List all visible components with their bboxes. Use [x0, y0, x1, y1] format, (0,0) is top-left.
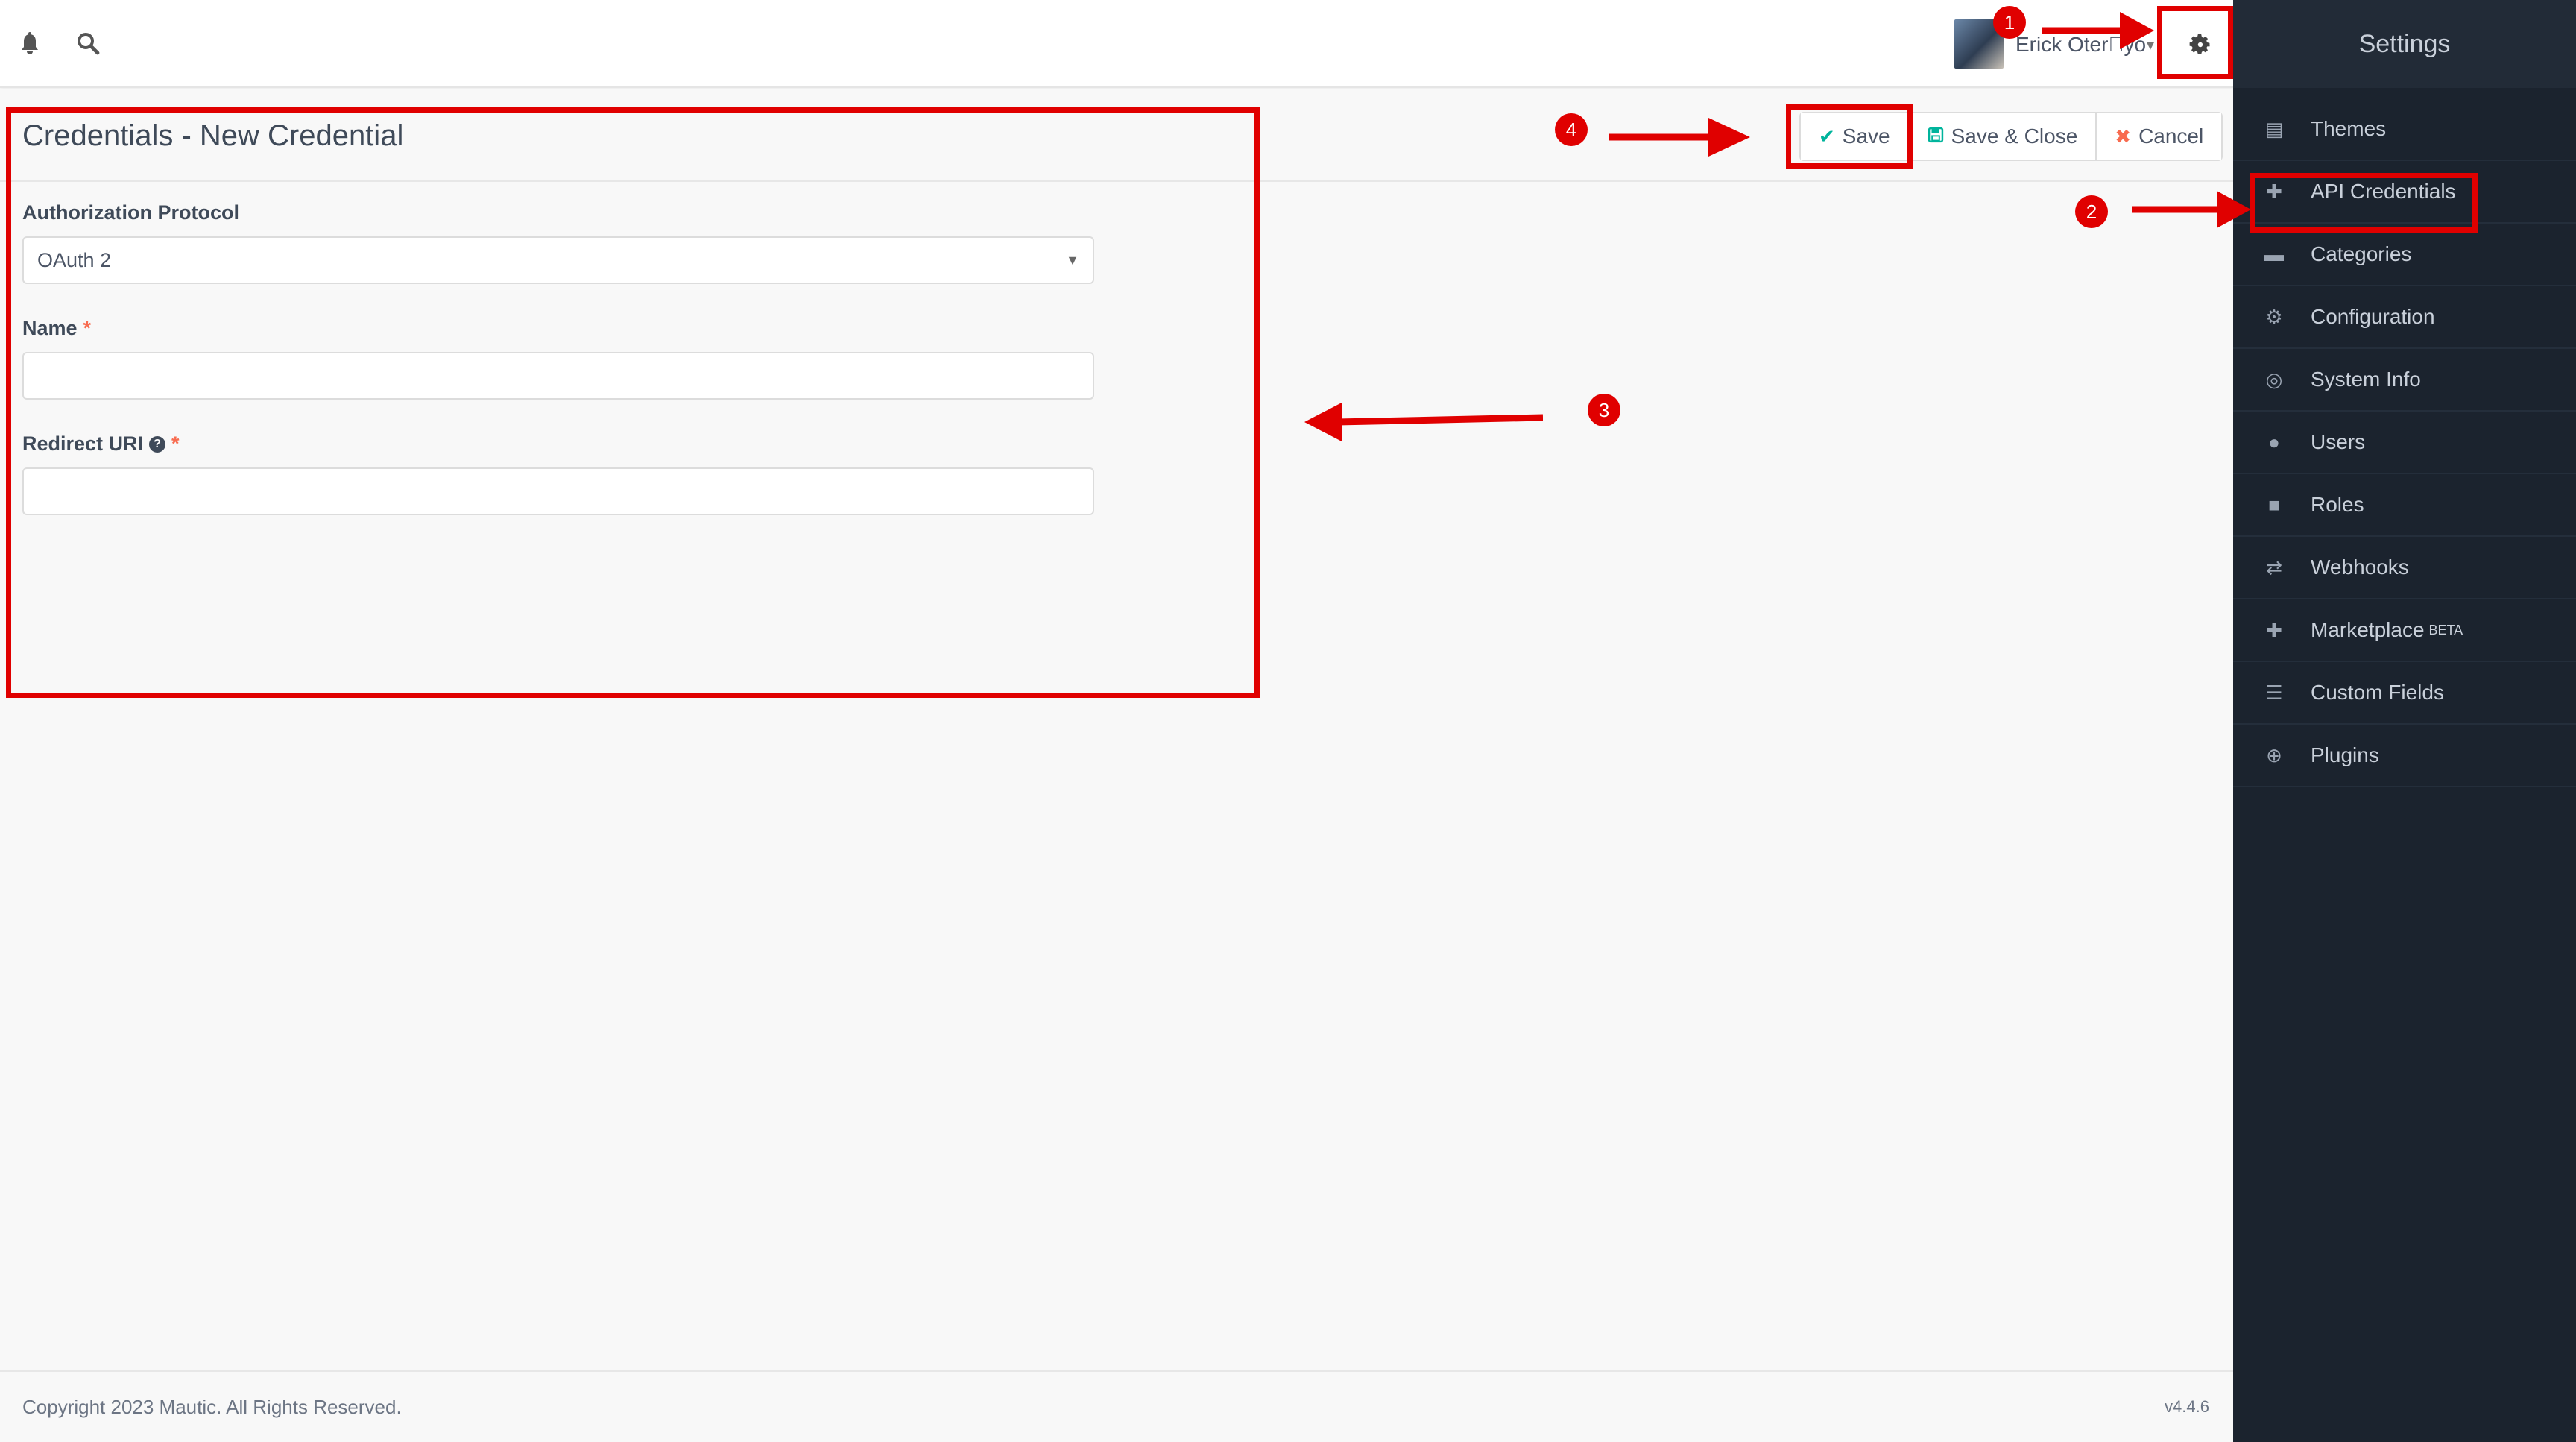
step-badge-3: 3: [1588, 394, 1620, 426]
sidebar-item-marketplace[interactable]: ✚ Marketplace BETA: [2233, 599, 2576, 662]
save-close-button[interactable]: Save & Close: [1909, 113, 2097, 160]
sidebar-item-themes[interactable]: ▤ Themes: [2233, 98, 2576, 161]
sidebar-item-label: Marketplace: [2311, 618, 2425, 641]
annotation-box-save: [1786, 104, 1913, 169]
themes-icon: ▤: [2264, 117, 2284, 140]
annotation-arrow-3: [1304, 403, 1543, 441]
sidebar-item-roles[interactable]: ■ Roles: [2233, 474, 2576, 537]
step-badge-1: 1: [1993, 6, 2026, 39]
bell-icon[interactable]: [15, 28, 45, 58]
annotation-box-api-credentials: [2250, 173, 2478, 233]
folder-icon: ▬: [2264, 242, 2284, 265]
sidebar-item-categories[interactable]: ▬ Categories: [2233, 224, 2576, 286]
sidebar-item-label: Plugins: [2311, 743, 2379, 766]
step-badge-4: 4: [1555, 113, 1588, 146]
top-navbar: Erick Oter yo ▾: [0, 0, 2233, 88]
annotation-box-form: [6, 107, 1260, 698]
sidebar-item-configuration[interactable]: ⚙ Configuration: [2233, 286, 2576, 349]
life-ring-icon: ◎: [2265, 368, 2283, 391]
close-icon: ✖: [2115, 125, 2132, 148]
sidebar-item-plugins[interactable]: ⊕ Plugins: [2233, 725, 2576, 787]
users-icon: ●: [2268, 430, 2280, 453]
list-icon: ☰: [2265, 681, 2283, 704]
sidebar-item-label: Users: [2311, 430, 2366, 453]
sidebar-item-custom-fields[interactable]: ☰ Custom Fields: [2233, 662, 2576, 725]
plus-icon: ✚: [2266, 618, 2282, 641]
cogs-icon: ⚙: [2265, 305, 2283, 328]
cancel-button[interactable]: ✖ Cancel: [2097, 113, 2222, 160]
cancel-button-label: Cancel: [2138, 125, 2204, 148]
exchange-icon: ⇄: [2266, 555, 2282, 579]
floppy-icon: [1928, 125, 1944, 148]
sidebar-item-label: System Info: [2311, 368, 2421, 391]
sidebar-item-users[interactable]: ● Users: [2233, 412, 2576, 474]
search-icon[interactable]: [73, 28, 103, 58]
annotation-box-settings: [2157, 6, 2233, 79]
step-badge-2: 2: [2075, 195, 2108, 228]
copyright-text: Copyright 2023 Mautic. All Rights Reserv…: [22, 1396, 402, 1418]
sidebar-title: Settings: [2233, 0, 2576, 88]
lock-icon: ■: [2268, 493, 2280, 516]
sidebar-item-label: Webhooks: [2311, 555, 2409, 579]
sidebar-item-webhooks[interactable]: ⇄ Webhooks: [2233, 537, 2576, 599]
sidebar-item-label: Themes: [2311, 117, 2387, 140]
beta-badge: BETA: [2428, 622, 2463, 637]
sidebar-item-label: Categories: [2311, 242, 2412, 265]
annotation-arrow-2: [2132, 191, 2251, 228]
sidebar-item-label: Custom Fields: [2311, 681, 2444, 704]
sidebar-item-label: Roles: [2311, 493, 2364, 516]
annotation-arrow-4: [1609, 118, 1750, 157]
save-close-button-label: Save & Close: [1951, 125, 2078, 148]
version-text: v4.4.6: [2165, 1397, 2209, 1416]
annotation-arrow-1: [2042, 12, 2154, 49]
sidebar-item-system-info[interactable]: ◎ System Info: [2233, 349, 2576, 412]
plus-circle-icon: ⊕: [2266, 743, 2282, 766]
sidebar-item-label: Configuration: [2311, 305, 2435, 328]
